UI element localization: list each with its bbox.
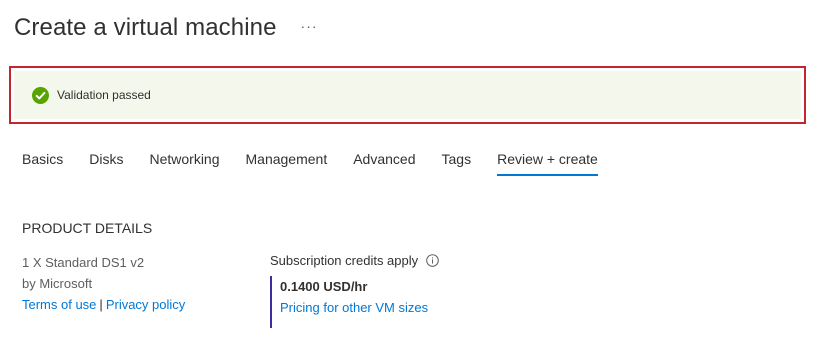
info-icon[interactable]	[426, 254, 439, 267]
product-name: 1 X Standard DS1 v2	[22, 255, 145, 270]
tab-disks[interactable]: Disks	[89, 150, 123, 176]
product-details-heading: PRODUCT DETAILS	[22, 220, 153, 236]
tab-tags[interactable]: Tags	[442, 150, 472, 176]
validation-status-text: Validation passed	[57, 88, 151, 102]
product-vendor: by Microsoft	[22, 276, 93, 291]
pricing-other-sizes-link[interactable]: Pricing for other VM sizes	[280, 300, 439, 315]
privacy-policy-link[interactable]: Privacy policy	[106, 297, 185, 312]
credits-row: Subscription credits apply	[270, 253, 439, 268]
page: Create a virtual machine ··· Validation …	[0, 0, 818, 350]
product-details: 1 X Standard DS1 v2 by Microsoft Terms o…	[22, 252, 185, 315]
validation-banner: Validation passed	[14, 71, 801, 119]
tab-management[interactable]: Management	[246, 150, 328, 176]
terms-of-use-link[interactable]: Terms of use	[22, 297, 96, 312]
tab-advanced[interactable]: Advanced	[353, 150, 415, 176]
wizard-tabs: Basics Disks Networking Management Advan…	[22, 150, 624, 176]
price-value: 0.1400 USD/hr	[280, 279, 368, 294]
link-separator: |	[99, 297, 103, 312]
legal-links: Terms of use | Privacy policy	[22, 294, 185, 315]
price-box: 0.1400 USD/hr Pricing for other VM sizes	[270, 276, 439, 328]
subscription-credits-text: Subscription credits apply	[270, 253, 419, 268]
title-row: Create a virtual machine ···	[14, 14, 318, 42]
pricing-details: Subscription credits apply 0.1400 USD/hr…	[270, 253, 439, 328]
page-title: Create a virtual machine	[14, 14, 277, 41]
tab-networking[interactable]: Networking	[149, 150, 219, 176]
more-options-button[interactable]: ···	[301, 18, 318, 34]
tab-review-create[interactable]: Review + create	[497, 150, 598, 176]
tab-basics[interactable]: Basics	[22, 150, 63, 176]
check-circle-icon	[32, 86, 49, 104]
validation-highlight: Validation passed	[9, 66, 806, 124]
